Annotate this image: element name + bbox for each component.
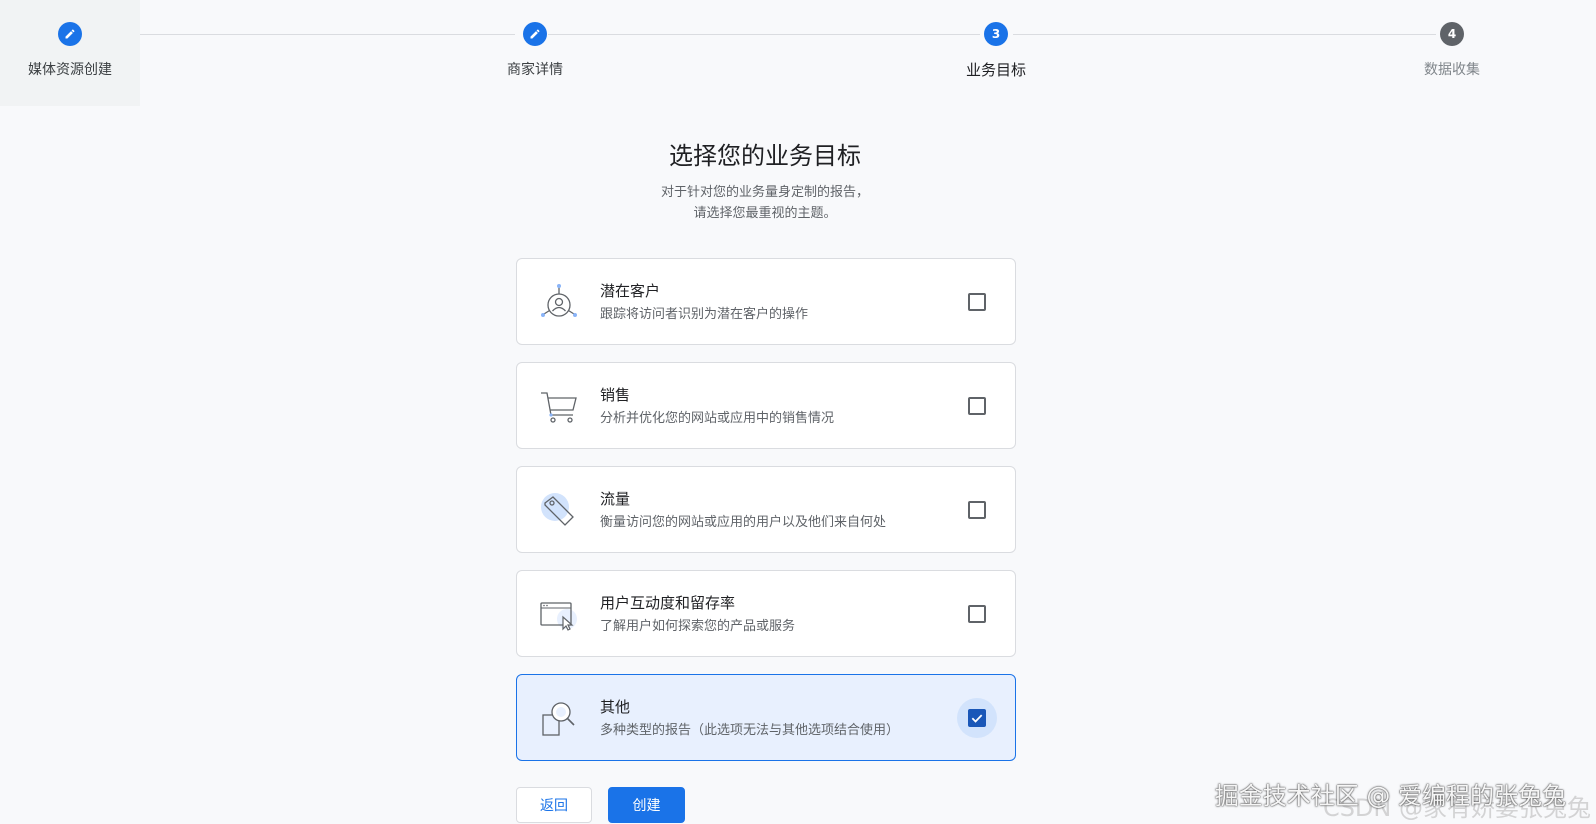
option-checkbox[interactable] (968, 709, 986, 727)
option-description: 衡量访问您的网站或应用的用户以及他们来自何处 (600, 515, 887, 530)
option-title: 销售 (600, 386, 631, 404)
step-label: 商家详情 (507, 62, 563, 78)
step-connector (89, 34, 515, 35)
subtitle-line: 请选择您最重视的主题。 (693, 206, 837, 221)
option-card-other[interactable]: 其他 多种类型的报告（此选项无法与其他选项结合使用） (516, 674, 1016, 761)
stepper: 媒体资源创建 商家详情 3 业务目标 4 数据收集 (0, 0, 1596, 106)
option-card-sales[interactable]: 销售 分析并优化您的网站或应用中的销售情况 (516, 362, 1016, 449)
step-label: 业务目标 (965, 61, 1026, 79)
option-checkbox[interactable] (968, 397, 986, 415)
option-title: 其他 (600, 698, 631, 716)
step-edit-icon (58, 22, 82, 46)
cart-icon (537, 385, 581, 429)
checkmark-icon (971, 714, 983, 723)
option-checkbox[interactable] (968, 293, 986, 311)
option-description: 跟踪将访问者识别为潜在客户的操作 (600, 307, 809, 322)
option-checkbox-wrap (957, 282, 997, 322)
option-checkbox[interactable] (968, 605, 986, 623)
page-title: 选择您的业务目标 (669, 142, 861, 170)
step-number: 3 (984, 22, 1008, 46)
page: 媒体资源创建 商家详情 3 业务目标 4 数据收集 选择您的业务目标 对于针对您… (0, 0, 1596, 824)
create-button[interactable]: 创建 (608, 787, 685, 823)
option-checkbox-wrap (957, 698, 997, 738)
step-number: 4 (1440, 22, 1464, 46)
option-checkbox-wrap (957, 490, 997, 530)
option-title: 用户互动度和留存率 (600, 594, 736, 612)
back-button[interactable]: 返回 (516, 787, 592, 823)
option-checkbox-wrap (957, 594, 997, 634)
watermark: 掘金技术社区 @ 爱编程的张兔兔 (1214, 782, 1566, 810)
option-title: 潜在客户 (600, 282, 661, 300)
step-merchant-details[interactable]: 商家详情 (465, 0, 605, 106)
goal-options: 潜在客户 跟踪将访问者识别为潜在客户的操作 销售 分析并优化您的网站或应用中的销… (516, 258, 1016, 778)
step-data-collection: 4 数据收集 (1382, 0, 1522, 106)
option-card-engagement[interactable]: 用户互动度和留存率 了解用户如何探索您的产品或服务 (516, 570, 1016, 657)
option-checkbox-wrap (957, 386, 997, 426)
subtitle-line: 对于针对您的业务量身定制的报告， (660, 185, 869, 200)
screen-cursor-icon (537, 593, 581, 637)
option-description: 分析并优化您的网站或应用中的销售情况 (600, 411, 835, 426)
option-card-leads[interactable]: 潜在客户 跟踪将访问者识别为潜在客户的操作 (516, 258, 1016, 345)
magnifier-icon (537, 697, 581, 741)
option-description: 多种类型的报告（此选项无法与其他选项结合使用） (600, 723, 900, 738)
option-description: 了解用户如何探索您的产品或服务 (600, 619, 796, 634)
step-label: 媒体资源创建 (28, 62, 112, 78)
step-business-goals: 3 业务目标 (926, 0, 1066, 106)
step-edit-icon (523, 22, 547, 46)
tag-icon (537, 489, 581, 533)
option-card-traffic[interactable]: 流量 衡量访问您的网站或应用的用户以及他们来自何处 (516, 466, 1016, 553)
step-connector (548, 34, 980, 35)
step-media-resource[interactable]: 媒体资源创建 (0, 0, 140, 106)
step-connector (1013, 34, 1436, 35)
option-checkbox[interactable] (968, 501, 986, 519)
step-label: 数据收集 (1424, 62, 1480, 78)
option-title: 流量 (600, 490, 631, 508)
page-subtitle: 对于针对您的业务量身定制的报告， 请选择您最重视的主题。 (0, 182, 1530, 224)
leads-icon (537, 281, 581, 325)
